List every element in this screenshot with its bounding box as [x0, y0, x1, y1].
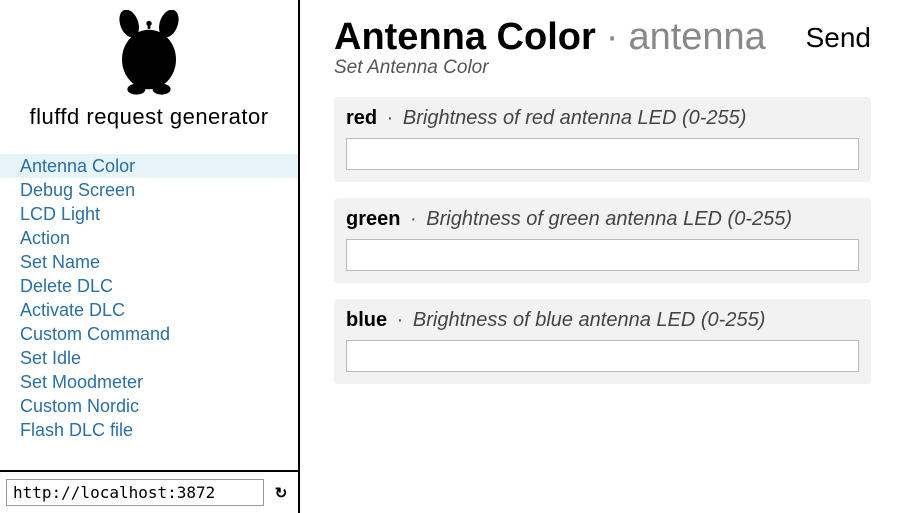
nav-item[interactable]: Delete DLC [0, 274, 298, 298]
param-input-blue[interactable] [346, 340, 859, 372]
param-desc: Brightness of red antenna LED (0-255) [403, 107, 747, 129]
nav-item[interactable]: Antenna Color [0, 154, 298, 178]
param-desc: Brightness of blue antenna LED (0-255) [413, 309, 765, 331]
nav-item[interactable]: Set Name [0, 250, 298, 274]
param-input-red[interactable] [346, 138, 859, 170]
page-subtitle: Set Antenna Color [334, 57, 871, 79]
param-separator: · [387, 309, 413, 331]
reload-icon[interactable]: ↻ [270, 482, 292, 504]
nav-list: Antenna ColorDebug ScreenLCD LightAction… [0, 154, 298, 470]
server-url-input[interactable] [6, 479, 264, 506]
param-name: red [346, 107, 377, 129]
nav-item[interactable]: Set Moodmeter [0, 370, 298, 394]
sidebar-footer: ↻ [0, 470, 298, 513]
furby-logo-icon [104, 10, 194, 100]
param-separator: · [377, 107, 403, 129]
title-block: Antenna Color · antenna [334, 16, 766, 59]
param-desc: Brightness of green antenna LED (0-255) [426, 208, 792, 230]
nav-item[interactable]: Custom Nordic [0, 394, 298, 418]
param-card: blue · Brightness of blue antenna LED (0… [334, 299, 871, 384]
nav-item[interactable]: Set Idle [0, 346, 298, 370]
param-label-row: blue · Brightness of blue antenna LED (0… [346, 309, 859, 332]
nav-item[interactable]: Action [0, 226, 298, 250]
nav-item[interactable]: Custom Command [0, 322, 298, 346]
nav-item[interactable]: Debug Screen [0, 178, 298, 202]
param-card: red · Brightness of red antenna LED (0-2… [334, 97, 871, 182]
nav-item[interactable]: LCD Light [0, 202, 298, 226]
nav-item[interactable]: Activate DLC [0, 298, 298, 322]
param-name: blue [346, 309, 387, 331]
header-row: Antenna Color · antenna Send [334, 16, 871, 59]
param-label-row: green · Brightness of green antenna LED … [346, 208, 859, 231]
send-button[interactable]: Send [806, 22, 871, 54]
param-separator: · [400, 208, 426, 230]
param-input-green[interactable] [346, 239, 859, 271]
params-list: red · Brightness of red antenna LED (0-2… [334, 97, 871, 384]
param-label-row: red · Brightness of red antenna LED (0-2… [346, 107, 859, 130]
param-card: green · Brightness of green antenna LED … [334, 198, 871, 283]
page-slug: antenna [628, 16, 765, 59]
main-panel: Antenna Color · antenna Send Set Antenna… [300, 0, 905, 513]
nav-item[interactable]: Flash DLC file [0, 418, 298, 442]
param-name: green [346, 208, 400, 230]
brand-title: fluffd request generator [29, 104, 268, 130]
sidebar: fluffd request generator Antenna ColorDe… [0, 0, 300, 513]
title-separator: · [606, 16, 619, 59]
page-title: Antenna Color [334, 16, 596, 59]
brand-block: fluffd request generator [0, 0, 298, 136]
